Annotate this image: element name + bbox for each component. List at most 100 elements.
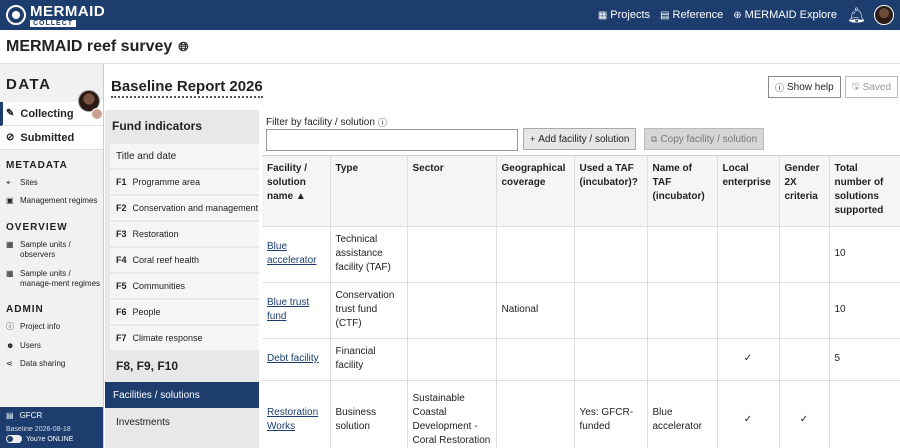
nav-reference[interactable]: ▤ Reference [660,9,723,21]
table-row[interactable]: Debt facility Financial facility ✓ 5 [262,337,900,380]
fund-item-f5[interactable]: F5 Communities [110,274,259,298]
col-header-taf-name[interactable]: Name of TAF (incubator) [646,156,717,226]
report-title[interactable]: Baseline Report 2026 [111,78,263,98]
project-title: MERMAID reef survey [6,37,173,55]
cell-geo [495,337,574,380]
sidebar-item-project-info[interactable]: ⓘ Project info [0,319,103,337]
cell-type: Financial facility [329,337,407,380]
cell-used-taf [573,337,647,380]
reference-icon: ▤ [660,9,670,21]
saved-button[interactable]: 🖫︎ Saved [845,76,899,98]
filter-input[interactable] [266,129,518,151]
copy-facility-button[interactable]: ⧉ Copy facility / solution [644,128,765,150]
fund-item-f4[interactable]: F4 Coral reef health [110,248,259,272]
cell-geo: National [495,281,574,338]
sidebar: DATA ✎ Collecting ⊘ Submitted METADATA ⌖… [0,64,104,448]
cell-total [828,379,900,448]
clipboard-icon: ▣ [6,196,14,206]
sidebar-item-sample-units-management-regimes[interactable]: ▦ Sample units / manage-ment regimes [0,266,103,295]
sidebar-item-management-regimes[interactable]: ▣ Management regimes [0,193,103,211]
cell-taf-name [646,281,717,338]
show-help-button[interactable]: ⓘ Show help [768,76,841,98]
logo-main-text: MERMAID [30,2,106,20]
main-content: Baseline Report 2026 ⓘ Show help 🖫︎ Save… [105,64,900,448]
mermaid-logo-icon [6,5,26,25]
cell-type: Technical assistance facility (TAF) [329,225,407,282]
explore-icon: ⊕ [733,9,742,21]
fund-item-investments[interactable]: Investments [110,410,259,434]
info-icon: ⓘ [6,322,14,332]
add-facility-button[interactable]: + Add facility / solution [523,128,637,150]
col-header-type[interactable]: Type [329,156,407,226]
col-header-name[interactable]: Facility / solution name ▲ [262,156,330,226]
save-icon: 🖫︎ [852,81,860,91]
nav-projects[interactable]: ▦ Projects [598,9,650,21]
mermaid-logo[interactable]: MERMAID COLLECT [6,4,105,27]
cell-geo [495,379,574,448]
sidebar-item-users[interactable]: ☻ Users [0,338,103,356]
cell-sector [406,281,496,338]
sidebar-item-sites[interactable]: ⌖ Sites [0,175,103,193]
col-header-gender[interactable]: Gender 2X criteria [778,156,829,226]
col-header-total[interactable]: Total number of solutions supported [828,156,900,226]
fund-item-f6[interactable]: F6 People [110,300,259,324]
cell-gender [778,225,829,282]
users-icon: ☻ [6,340,15,350]
logo-sub-text: COLLECT [30,19,77,27]
cell-sector [406,225,496,282]
col-header-sector[interactable]: Sector [406,156,496,226]
cell-local [716,225,779,282]
fund-item-facilities-solutions[interactable]: Facilities / solutions [105,382,259,408]
col-header-local-enterprise[interactable]: Local enterprise [716,156,779,226]
table-row[interactable]: Blue trust fund Conservation trust fund … [262,281,900,338]
globe-icon[interactable]: 🌐︎ [178,39,188,55]
projects-icon: ▦ [597,9,608,21]
cell-type: Business solution [329,379,407,448]
check-circle-icon: ⊘ [6,132,15,143]
fund-group-f8-f9-f10: F8, F9, F10 [116,359,179,373]
edit-icon: ✎ [6,108,15,119]
cell-sector [406,337,496,380]
share-icon: ⋖ [6,359,13,369]
info-icon[interactable]: ⓘ [378,116,387,129]
nav-mermaid-explore[interactable]: ⊕ MERMAID Explore [733,9,837,21]
fund-indicators-panel: Fund indicators Title and date F1 Progra… [105,110,259,448]
table-row[interactable]: Restoration Works Business solution Sust… [262,379,900,448]
sidebar-item-data-sharing[interactable]: ⋖ Data sharing [0,356,103,374]
table-row[interactable]: Blue accelerator Technical assistance fa… [262,225,900,282]
fund-item-f7[interactable]: F7 Climate response [110,326,259,350]
cell-local: ✓ [716,379,779,448]
fund-item-title-date[interactable]: Title and date [110,144,259,168]
col-header-used-taf[interactable]: Used a TAF (incubator)? [573,156,647,226]
cell-used-taf: Yes: GFCR-funded [573,379,647,448]
plus-icon: + [530,134,536,144]
cell-taf-name [646,225,717,282]
col-header-geo[interactable]: Geographical coverage [495,156,574,226]
cell-name[interactable]: Restoration Works [262,379,330,448]
sidebar-tab-submitted[interactable]: ⊘ Submitted [0,126,103,150]
fund-indicators-heading: Fund indicators [112,119,202,133]
cell-local: ✓ [716,337,779,380]
cell-gender [778,337,829,380]
online-toggle[interactable] [6,435,22,443]
cell-used-taf [573,225,647,282]
sidebar-item-gfcr[interactable]: ▤ GFCR [6,411,98,420]
sidebar-item-sample-units-observers[interactable]: ▦ Sample units / observers [0,237,103,266]
cell-name[interactable]: Debt facility [262,337,330,380]
cell-geo [495,225,574,282]
cell-name[interactable]: Blue accelerator [262,225,330,282]
top-bar: MERMAID COLLECT ▦ Projects ▤ Reference ⊕… [0,0,900,30]
cell-name[interactable]: Blue trust fund [262,281,330,338]
fund-item-f2[interactable]: F2 Conservation and management [110,196,259,220]
cell-total: 10 [828,281,900,338]
location-pin-icon: ⌖ [6,178,11,187]
help-circle-icon: ⓘ [775,82,785,93]
report-meta: Baseline 2026-08-18 [6,426,71,433]
notification-bell-icon[interactable]: 🔔︎ [847,6,866,24]
sidebar-gfcr-panel: ▤ GFCR Baseline 2026-08-18 You're ONLINE [0,407,103,448]
online-status[interactable]: You're ONLINE [6,435,98,443]
fund-item-f3[interactable]: F3 Restoration [110,222,259,246]
fund-item-f1[interactable]: F1 Programme area [110,170,259,194]
cell-sector: Sustainable Coastal Development - Coral … [406,379,496,448]
user-avatar[interactable] [874,5,894,25]
